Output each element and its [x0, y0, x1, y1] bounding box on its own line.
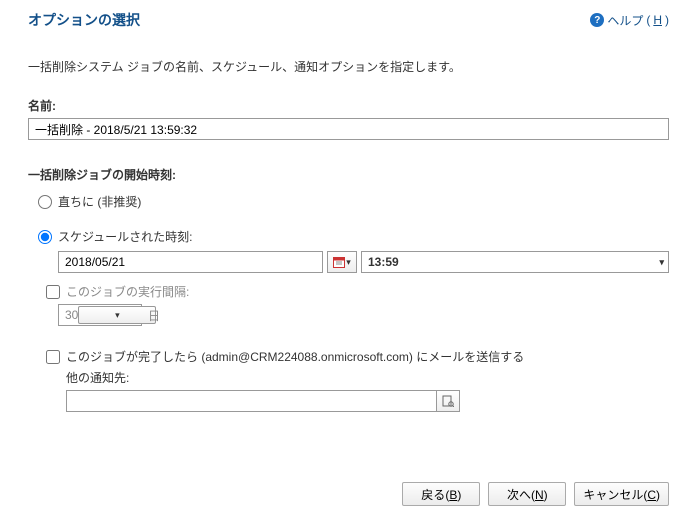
interval-value: 30 — [65, 308, 78, 322]
time-select[interactable]: 13:59 ▾ — [361, 251, 669, 273]
help-link[interactable]: ? ヘルプ(H) — [590, 12, 669, 29]
checkbox-notify-label: このジョブが完了したら (admin@CRM224088.onmicrosoft… — [66, 348, 524, 365]
next-button[interactable]: 次へ(N) — [488, 482, 566, 506]
back-button[interactable]: 戻る(B) — [402, 482, 480, 506]
interval-select[interactable]: 30 ▾ — [58, 304, 142, 326]
name-input[interactable] — [28, 118, 669, 140]
radio-immediate[interactable] — [38, 195, 52, 209]
name-label: 名前: — [28, 97, 669, 114]
other-recipients-input[interactable] — [66, 390, 436, 412]
time-value: 13:59 — [368, 255, 399, 269]
chevron-down-icon: ▾ — [115, 310, 120, 321]
checkbox-interval-label: このジョブの実行間隔: — [66, 283, 189, 300]
cancel-accesskey: C — [647, 488, 656, 502]
chevron-down-icon: ▾ — [346, 257, 351, 268]
intro-text: 一括削除システム ジョブの名前、スケジュール、通知オプションを指定します。 — [28, 58, 669, 75]
start-time-label: 一括削除ジョブの開始時刻: — [28, 166, 669, 183]
back-label: 戻る — [421, 488, 445, 502]
cancel-button[interactable]: キャンセル(C) — [574, 482, 669, 506]
chevron-down-icon: ▾ — [659, 257, 664, 268]
help-icon: ? — [590, 13, 604, 27]
calendar-icon — [333, 256, 345, 268]
checkbox-notify[interactable] — [46, 350, 60, 364]
next-label: 次へ — [507, 488, 531, 502]
back-accesskey: B — [449, 488, 457, 502]
interval-unit: 日 — [148, 307, 160, 324]
checkbox-interval[interactable] — [46, 285, 60, 299]
radio-scheduled[interactable] — [38, 230, 52, 244]
help-accesskey: H — [653, 13, 662, 27]
date-input[interactable] — [58, 251, 323, 273]
radio-scheduled-label: スケジュールされた時刻: — [58, 228, 193, 245]
page-title: オプションの選択 — [28, 10, 140, 30]
lookup-icon — [442, 395, 454, 407]
next-accesskey: N — [535, 488, 544, 502]
radio-immediate-label: 直ちに (非推奨) — [58, 193, 141, 210]
help-label: ヘルプ — [607, 12, 643, 29]
other-recipients-label: 他の通知先: — [66, 369, 669, 386]
cancel-label: キャンセル — [583, 488, 643, 502]
calendar-button[interactable]: ▾ — [327, 251, 357, 273]
lookup-button[interactable] — [436, 390, 460, 412]
